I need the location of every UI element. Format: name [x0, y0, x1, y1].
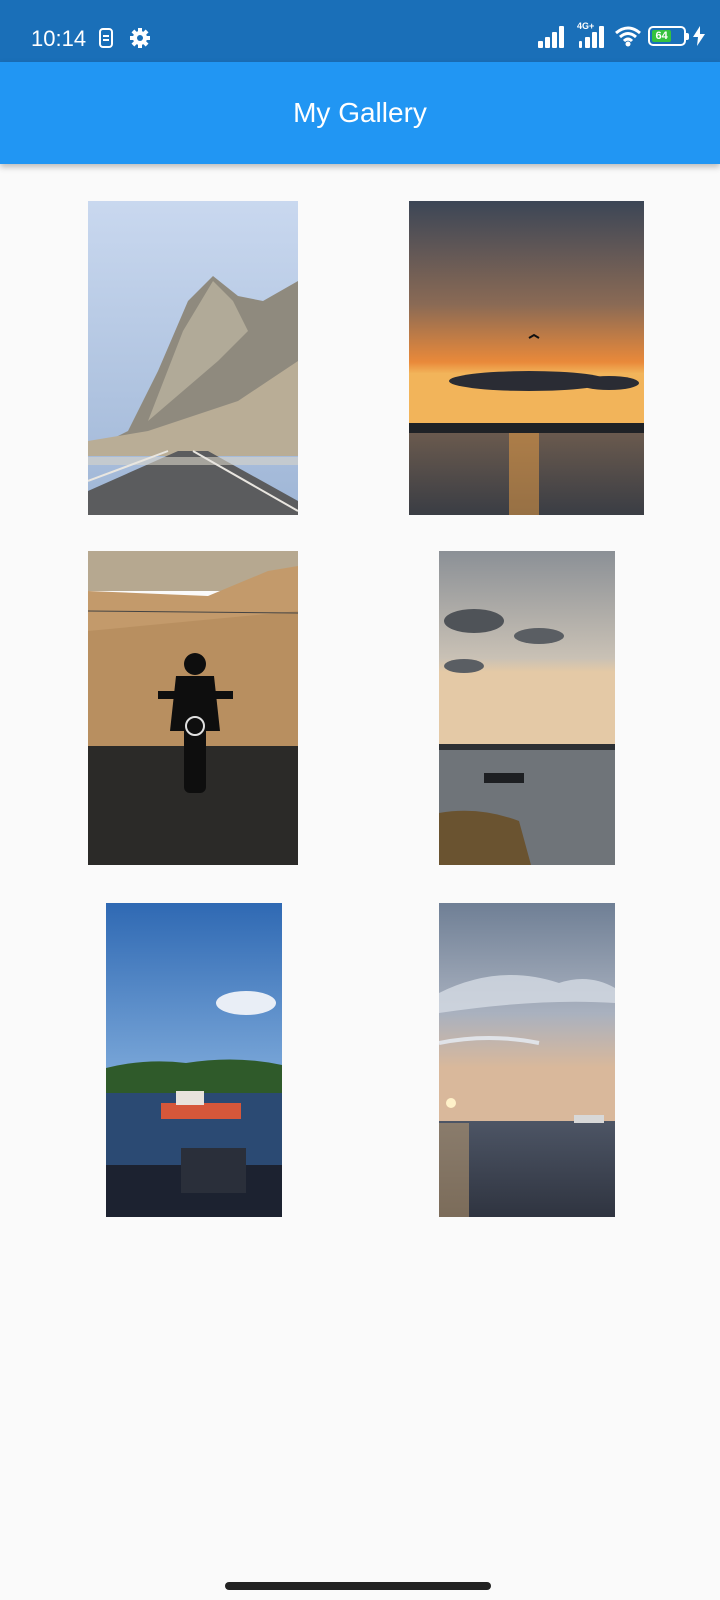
photo-image: [106, 903, 282, 1217]
battery-icon: 64: [648, 26, 689, 46]
signal-icon: [536, 24, 568, 48]
wifi-icon: [615, 26, 641, 47]
photo-image: [88, 551, 298, 865]
signal-4g-icon: 4G+: [574, 21, 608, 48]
gallery-photo-red-tugboat[interactable]: [106, 903, 282, 1217]
gallery-photo-sea-sunset[interactable]: [439, 903, 615, 1217]
battery-level: 64: [652, 30, 672, 42]
photo-image: [88, 201, 298, 515]
sim-card-icon: [99, 28, 113, 48]
gallery-photo-mountain-road[interactable]: [88, 201, 298, 515]
charging-bolt-icon: [693, 26, 705, 46]
gallery-photo-motorcycle-rider[interactable]: [88, 551, 298, 865]
status-notification-icons: [99, 28, 150, 48]
gallery-photo-boat-at-dusk[interactable]: [439, 551, 615, 865]
status-left-icons: [96, 27, 156, 56]
status-bar: 10:14 4G+ 64: [0, 0, 720, 62]
app-bar: My Gallery: [0, 62, 720, 164]
status-right-icons: 4G+ 64: [536, 21, 706, 48]
status-time: 10:14: [31, 26, 87, 51]
gallery-photo-sunset-over-water[interactable]: [409, 201, 644, 515]
page-title: My Gallery: [293, 97, 427, 128]
gear-icon: [130, 28, 150, 48]
home-indicator[interactable]: [225, 1582, 491, 1590]
photo-image: [409, 201, 644, 515]
photo-image: [439, 903, 615, 1217]
network-type-label: 4G+: [577, 21, 595, 31]
photo-image: [439, 551, 615, 865]
